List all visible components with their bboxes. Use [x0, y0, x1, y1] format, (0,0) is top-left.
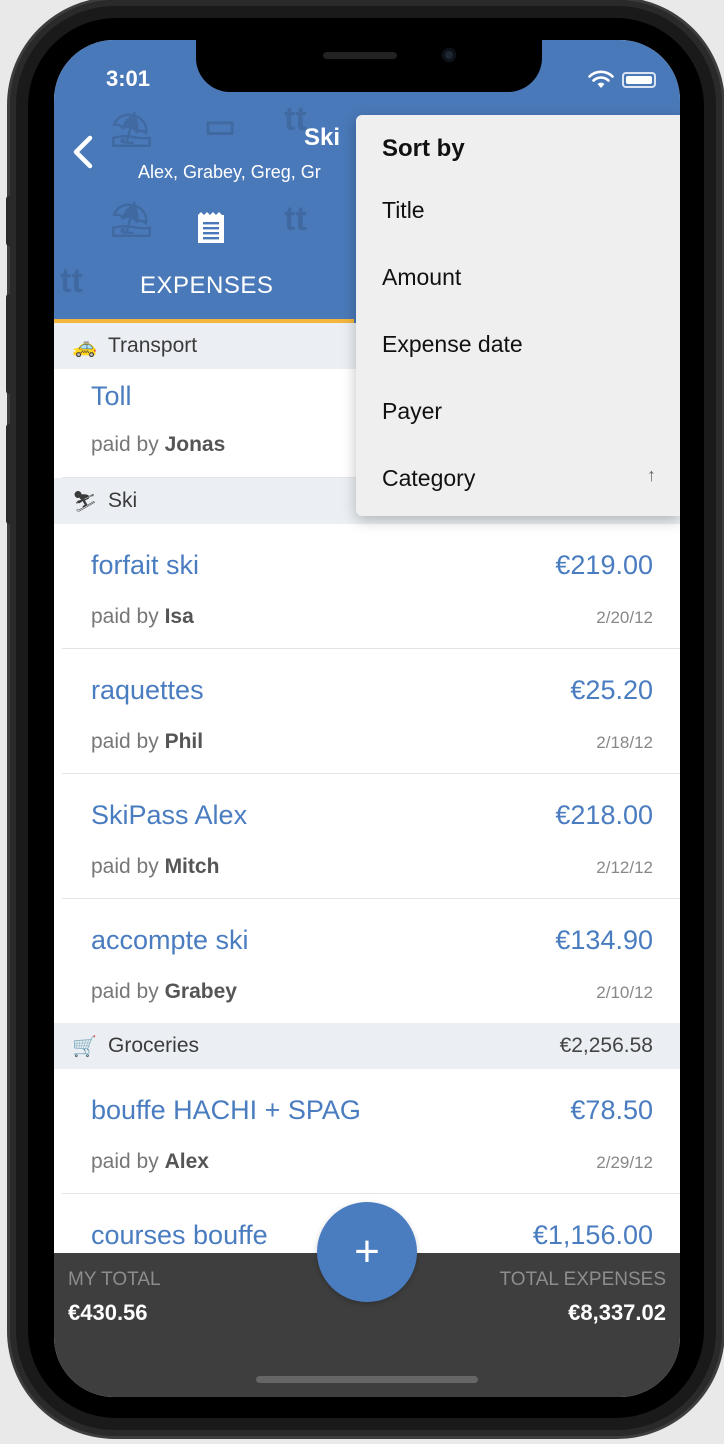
plus-icon: + — [354, 1227, 380, 1276]
expense-date: 2/20/12 — [596, 608, 653, 627]
expense-date: 2/12/12 — [596, 858, 653, 877]
expense-payer: paid by Mitch — [91, 855, 220, 878]
category-header-groceries: 🛒 Groceries €2,256.58 — [54, 1023, 680, 1069]
expense-title: accompte ski — [91, 925, 249, 955]
receipt-icon — [198, 212, 224, 243]
expense-title: Toll — [91, 381, 132, 411]
sort-menu: Sort by Title Amount Expense date Payer … — [356, 115, 680, 516]
wifi-icon — [588, 70, 614, 88]
expense-amount: €134.90 — [555, 925, 653, 955]
my-total-value: €430.56 — [68, 1300, 148, 1325]
speaker-grille — [323, 52, 397, 59]
expense-title: bouffe HACHI + SPAG — [91, 1095, 361, 1125]
status-time: 3:01 — [106, 66, 151, 91]
trip-participants: Alex, Grabey, Greg, Gr — [138, 162, 321, 182]
expense-amount: €218.00 — [555, 800, 653, 830]
status-icons — [588, 70, 656, 90]
sort-option-category[interactable]: Category ↑ — [356, 451, 680, 511]
sort-menu-heading: Sort by — [382, 135, 465, 162]
expense-row[interactable]: forfait ski €219.00 paid by Isa 2/20/12 — [62, 524, 680, 649]
expense-row[interactable]: accompte ski €134.90 paid by Grabey 2/10… — [62, 899, 680, 1023]
expense-amount: €1,156.00 — [532, 1220, 653, 1250]
notch — [196, 40, 542, 92]
back-chevron-icon[interactable] — [64, 132, 104, 172]
expense-row[interactable]: bouffe HACHI + SPAG €78.50 paid by Alex … — [62, 1069, 680, 1194]
expense-date: 2/18/12 — [596, 733, 653, 752]
sort-option-title[interactable]: Title — [356, 183, 680, 243]
battery-icon — [622, 72, 656, 88]
volume-up-button — [6, 294, 12, 394]
expense-payer: paid by Jonas — [91, 433, 226, 456]
expense-payer: paid by Isa — [91, 605, 194, 628]
sort-option-payer[interactable]: Payer — [356, 384, 680, 444]
category-name: Groceries — [108, 1034, 200, 1057]
add-expense-button[interactable]: + — [317, 1202, 417, 1302]
expense-amount: €219.00 — [555, 550, 653, 580]
sort-option-amount[interactable]: Amount — [356, 250, 680, 310]
taxi-icon: 🚕 — [72, 335, 97, 358]
expense-payer: paid by Phil — [91, 730, 204, 753]
front-camera — [442, 48, 456, 62]
power-button — [716, 330, 722, 490]
cart-icon: 🛒 — [72, 1035, 97, 1058]
expense-row[interactable]: SkiPass Alex €218.00 paid by Mitch 2/12/… — [62, 774, 680, 899]
expense-payer: paid by Alex — [91, 1150, 209, 1173]
tab-expenses[interactable]: EXPENSES — [140, 272, 273, 300]
expense-amount: €25.20 — [570, 675, 653, 705]
expense-date: 2/29/12 — [596, 1153, 653, 1172]
expense-amount: €78.50 — [570, 1095, 653, 1125]
expense-title: raquettes — [91, 675, 204, 705]
category-total: €2,256.58 — [559, 1034, 653, 1057]
expense-title: forfait ski — [91, 550, 200, 580]
trip-title: Ski — [304, 124, 341, 151]
expense-title: SkiPass Alex — [91, 800, 248, 830]
home-indicator[interactable] — [256, 1376, 478, 1383]
sort-ascending-arrow-icon: ↑ — [647, 465, 656, 485]
skier-icon: ⛷ — [72, 490, 98, 513]
expense-row[interactable]: raquettes €25.20 paid by Phil 2/18/12 — [62, 649, 680, 774]
volume-down-button — [6, 424, 12, 524]
my-total-label: MY TOTAL — [68, 1269, 161, 1290]
total-expenses-label: TOTAL EXPENSES — [499, 1269, 666, 1290]
mute-switch — [6, 196, 12, 246]
total-expenses-value: €8,337.02 — [568, 1300, 666, 1325]
expense-payer: paid by Grabey — [91, 980, 237, 1003]
expense-date: 2/10/12 — [596, 983, 653, 1002]
expense-title: courses bouffe — [91, 1220, 268, 1250]
screen: ⛱ ▭ tt ⛱ tt tt 3:01 Ski Alex, Grabey, Gr… — [54, 40, 680, 1397]
sort-option-expense-date[interactable]: Expense date — [356, 317, 680, 377]
